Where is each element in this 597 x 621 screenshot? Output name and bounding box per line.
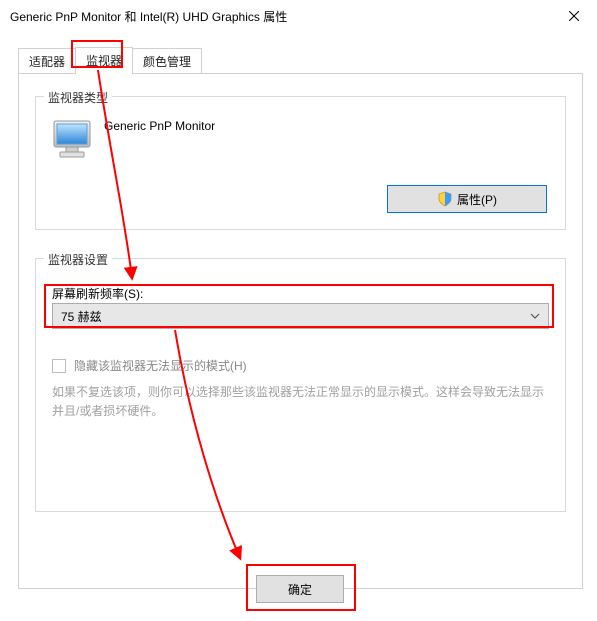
shield-icon bbox=[437, 191, 453, 207]
monitor-device-name: Generic PnP Monitor bbox=[104, 119, 215, 133]
monitor-settings-group: 监视器设置 屏幕刷新频率(S): 75 赫兹 隐藏该监视器无法显示的模式(H) … bbox=[35, 258, 566, 512]
monitor-settings-title: 监视器设置 bbox=[44, 251, 112, 268]
close-icon bbox=[569, 11, 579, 21]
ok-button[interactable]: 确定 bbox=[256, 575, 344, 603]
tab-monitor[interactable]: 监视器 bbox=[75, 47, 133, 74]
refresh-rate-select[interactable]: 75 赫兹 bbox=[52, 303, 549, 329]
chevron-down-icon bbox=[530, 313, 540, 319]
properties-button[interactable]: 属性(P) bbox=[387, 185, 547, 213]
tab-color[interactable]: 颜色管理 bbox=[132, 48, 202, 75]
monitor-type-group: 监视器类型 Generic PnP Monitor bbox=[35, 96, 566, 230]
properties-button-label: 属性(P) bbox=[457, 191, 497, 208]
refresh-rate-label: 屏幕刷新频率(S): bbox=[52, 285, 143, 302]
monitor-type-title: 监视器类型 bbox=[44, 89, 112, 106]
tab-content: 监视器类型 Generic PnP Monitor bbox=[18, 73, 583, 589]
tab-adapter[interactable]: 适配器 bbox=[18, 48, 76, 75]
tab-strip: 适配器 监视器 颜色管理 bbox=[18, 46, 597, 73]
close-button[interactable] bbox=[551, 0, 597, 32]
hide-modes-checkbox[interactable] bbox=[52, 359, 66, 373]
hide-modes-label: 隐藏该监视器无法显示的模式(H) bbox=[74, 357, 247, 374]
refresh-rate-value: 75 赫兹 bbox=[61, 308, 102, 325]
monitor-icon bbox=[50, 115, 98, 163]
window-title: Generic PnP Monitor 和 Intel(R) UHD Graph… bbox=[10, 8, 551, 25]
ok-button-label: 确定 bbox=[288, 581, 312, 598]
hide-modes-description: 如果不复选该项，则你可以选择那些该监视器无法正常显示的显示模式。这样会导致无法显… bbox=[52, 383, 549, 420]
